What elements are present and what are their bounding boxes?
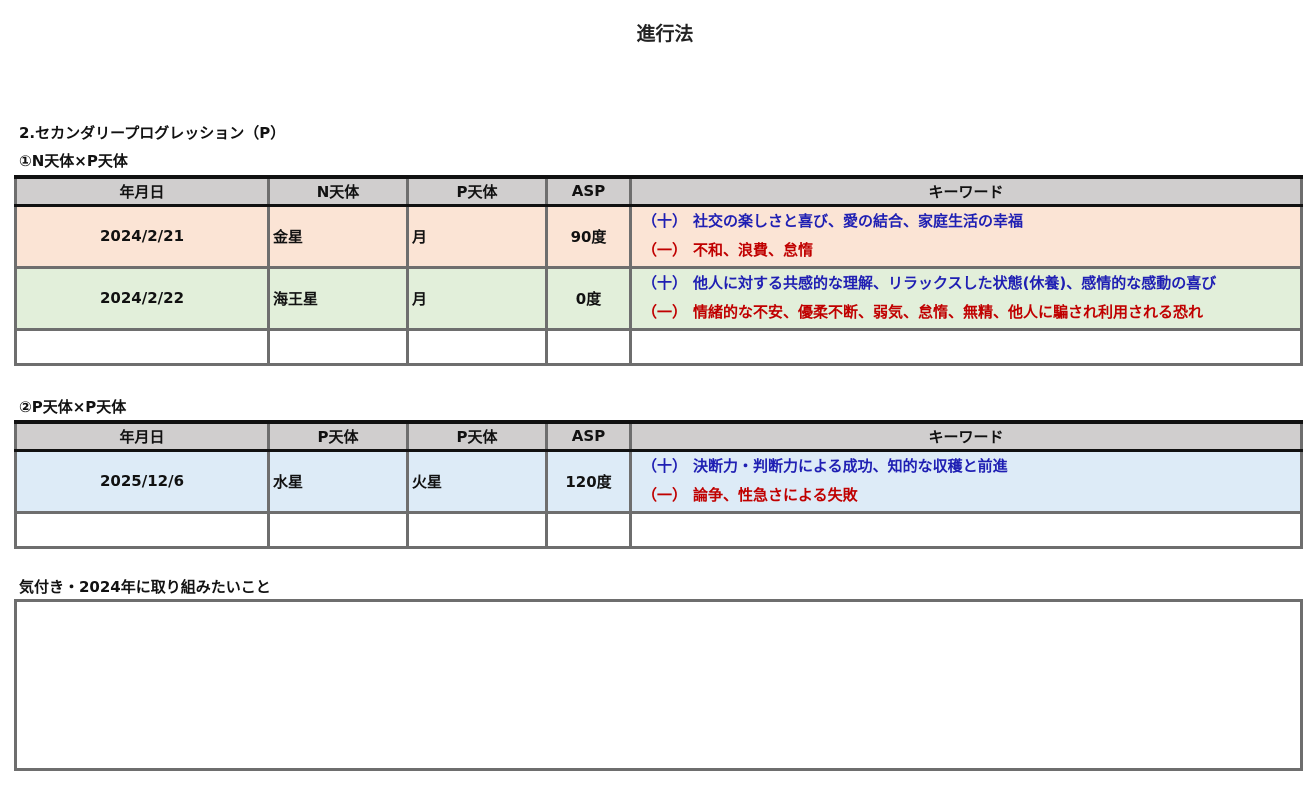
- page-title: 進行法: [636, 23, 694, 45]
- progression-sheet: 進行法 2.セカンダリープログレッション（P） ①N天体×P天体 年月日 N天体…: [0, 0, 1313, 795]
- table-row: 2024/2/22 海王星 月 0度 （十） 他人に対する共感的な理解、リラックス…: [14, 265, 1303, 331]
- table-row-empty: [14, 327, 1303, 366]
- keyword-plus: （十） 決断力・判断力による成功、知的な収穫と前進: [642, 457, 1008, 475]
- notes-label: 気付き・2024年に取り組みたいこと: [19, 578, 271, 596]
- keyword-cell: （十） 決断力・判断力による成功、知的な収穫と前進 （一） 論争、性急さによる失敗: [629, 448, 1303, 514]
- table2-label: ②P天体×P天体: [19, 398, 127, 416]
- header-p-planet: P天体: [406, 175, 548, 207]
- header-n-planet: N天体: [267, 175, 409, 207]
- date-cell: 2025/12/6: [14, 448, 270, 514]
- header-date: 年月日: [14, 175, 270, 207]
- empty-cell: [267, 510, 409, 549]
- keyword-cell: （十） 社交の楽しさと喜び、愛の結合、家庭生活の幸福 （一） 不和、浪費、怠惰: [629, 203, 1303, 269]
- asp-cell: 0度: [545, 265, 632, 331]
- empty-cell: [14, 327, 270, 366]
- p-planet-cell: 火星: [406, 448, 548, 514]
- header-keyword: キーワード: [629, 175, 1303, 207]
- n-planet-cell: 金星: [267, 203, 409, 269]
- keyword-minus: （一） 不和、浪費、怠惰: [642, 241, 814, 259]
- header-p-planet: P天体: [406, 420, 548, 452]
- table-row-empty: [14, 510, 1303, 549]
- header-keyword: キーワード: [629, 420, 1303, 452]
- asp-cell: 120度: [545, 448, 632, 514]
- empty-cell: [545, 327, 632, 366]
- n-planet-cell: 海王星: [267, 265, 409, 331]
- section-heading: 2.セカンダリープログレッション（P）: [19, 124, 286, 142]
- p-planet-cell: 月: [406, 265, 548, 331]
- table1-label: ①N天体×P天体: [19, 152, 128, 170]
- keyword-plus: （十） 社交の楽しさと喜び、愛の結合、家庭生活の幸福: [642, 212, 1024, 230]
- notes-box[interactable]: [14, 599, 1303, 771]
- table-header-row: 年月日 P天体 P天体 ASP キーワード: [14, 420, 1303, 452]
- header-date: 年月日: [14, 420, 270, 452]
- empty-cell: [406, 510, 548, 549]
- asp-cell: 90度: [545, 203, 632, 269]
- table-row: 2025/12/6 水星 火星 120度 （十） 決断力・判断力による成功、知的な…: [14, 448, 1303, 514]
- empty-cell: [629, 510, 1303, 549]
- header-asp: ASP: [545, 175, 632, 207]
- keyword-cell: （十） 他人に対する共感的な理解、リラックスした状態(休養)、感情的な感動の喜び …: [629, 265, 1303, 331]
- empty-cell: [406, 327, 548, 366]
- empty-cell: [545, 510, 632, 549]
- table-row: 2024/2/21 金星 月 90度 （十） 社交の楽しさと喜び、愛の結合、家庭生…: [14, 203, 1303, 269]
- header-p-planet: P天体: [267, 420, 409, 452]
- table-natal-progressed: 年月日 N天体 P天体 ASP キーワード 2024/2/21 金星 月 90度…: [14, 175, 1303, 366]
- keyword-plus: （十） 他人に対する共感的な理解、リラックスした状態(休養)、感情的な感動の喜び: [642, 274, 1217, 292]
- keyword-minus: （一） 論争、性急さによる失敗: [642, 486, 858, 504]
- empty-cell: [629, 327, 1303, 366]
- empty-cell: [14, 510, 270, 549]
- date-cell: 2024/2/22: [14, 265, 270, 331]
- table-header-row: 年月日 N天体 P天体 ASP キーワード: [14, 175, 1303, 207]
- keyword-minus: （一） 情緒的な不安、優柔不断、弱気、怠惰、無精、他人に騙され利用される恐れ: [642, 303, 1204, 321]
- table-progressed-progressed: 年月日 P天体 P天体 ASP キーワード 2025/12/6 水星 火星 12…: [14, 420, 1303, 549]
- p-planet-cell: 月: [406, 203, 548, 269]
- header-asp: ASP: [545, 420, 632, 452]
- date-cell: 2024/2/21: [14, 203, 270, 269]
- empty-cell: [267, 327, 409, 366]
- p-planet-cell: 水星: [267, 448, 409, 514]
